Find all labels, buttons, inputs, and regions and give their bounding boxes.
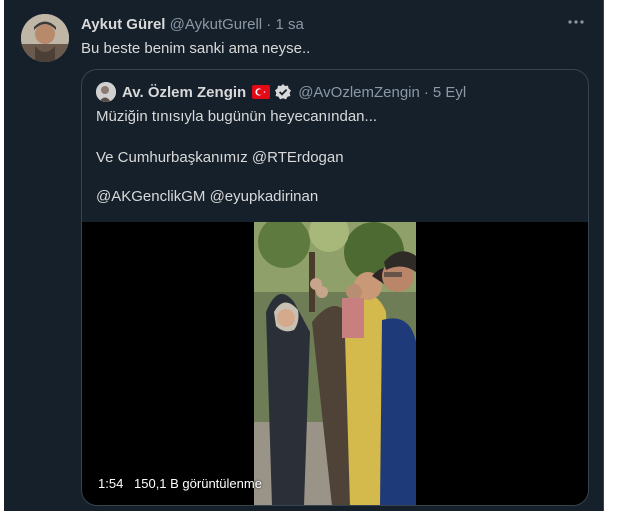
video-duration: 1:54 <box>98 476 124 491</box>
verified-icon <box>274 83 292 101</box>
video-views: 150,1 B görüntülenme <box>134 476 262 491</box>
video-thumbnail[interactable] <box>254 212 416 505</box>
author-name[interactable]: Aykut Gürel <box>81 16 165 33</box>
quoted-separator: · <box>423 83 429 101</box>
quoted-author-handle[interactable]: @AvOzlemZengin <box>298 84 420 101</box>
quoted-text-line-2: Ve Cumhurbaşkanımız @RTErdogan <box>96 149 344 166</box>
quoted-author-avatar[interactable] <box>96 82 116 102</box>
author-avatar[interactable] <box>21 14 69 62</box>
flag-icon <box>252 85 271 99</box>
quoted-header: Av. Özlem Zengin @AvOzlemZengin · 5 Eyl <box>122 83 466 101</box>
tweet-text: Bu beste benim sanki ama neyse.. <box>81 40 311 57</box>
quoted-author-name[interactable]: Av. Özlem Zengin <box>122 84 246 101</box>
quoted-tweet[interactable]: Av. Özlem Zengin @AvOzlemZengin · 5 Eyl … <box>81 69 589 506</box>
author-handle[interactable]: @AykutGurell <box>170 16 262 33</box>
video-player[interactable]: 1:54 150,1 B görüntülenme <box>82 212 588 505</box>
tweet-header: Aykut Gürel @AykutGurell · 1 sa <box>81 16 304 33</box>
quoted-text-line-1: Müziğin tınısıyla bugünün heyecanından..… <box>96 108 378 125</box>
quoted-date[interactable]: 5 Eyl <box>433 84 466 101</box>
more-icon[interactable] <box>563 12 589 32</box>
tweet-card[interactable]: Aykut Gürel @AykutGurell · 1 sa Bu beste… <box>4 0 604 511</box>
tweet-time[interactable]: 1 sa <box>275 16 303 33</box>
header-separator: · <box>266 16 272 33</box>
quoted-text-line-3: @AKGenclikGM @eyupkadirinan <box>96 188 319 205</box>
